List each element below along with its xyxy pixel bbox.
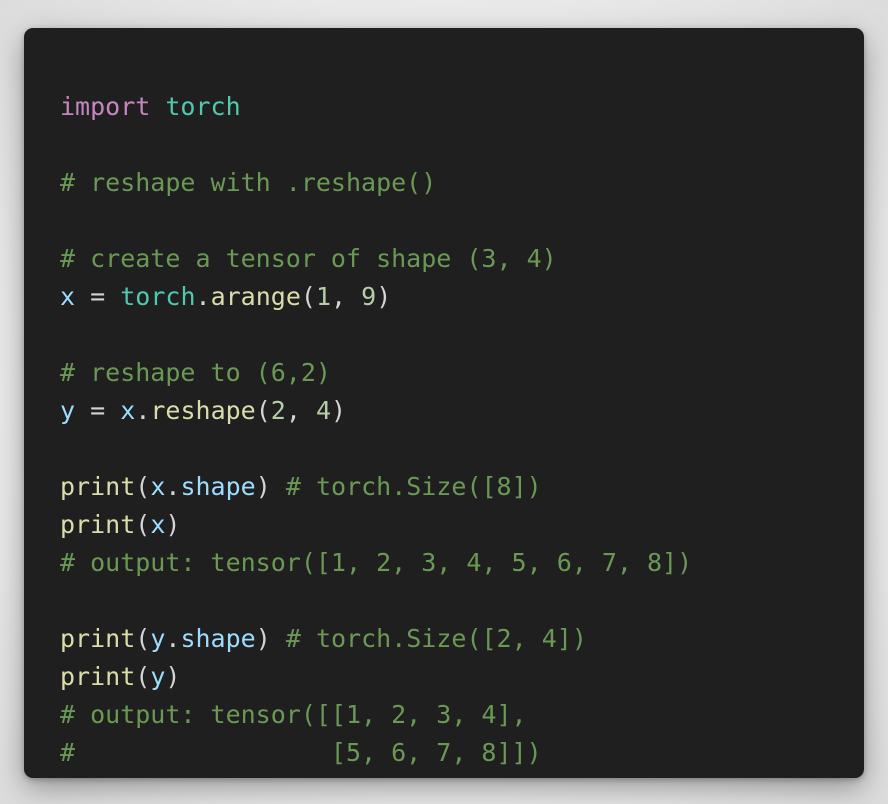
- separator: ,: [331, 282, 362, 311]
- object-name: x: [120, 396, 136, 425]
- code-line-5: # create a tensor of shape (3, 4): [60, 240, 864, 278]
- open-paren: (: [300, 282, 316, 311]
- function-name: print: [60, 510, 136, 539]
- dot: .: [165, 472, 181, 501]
- open-paren: (: [135, 510, 151, 539]
- code-comment: # [5, 6, 7, 8]]): [60, 738, 542, 767]
- code-comment: # torch.Size([2, 4]): [285, 624, 587, 653]
- attribute-name: shape: [180, 472, 256, 501]
- code-line-12: print(x): [60, 506, 864, 544]
- argument: 4: [315, 396, 332, 425]
- close-paren: ): [165, 662, 181, 691]
- object-name: x: [150, 472, 166, 501]
- code-line-8: # reshape to (6,2): [60, 354, 864, 392]
- open-paren: (: [135, 472, 151, 501]
- variable-x: x: [60, 282, 76, 311]
- code-line-16: print(y): [60, 658, 864, 696]
- function-name: print: [60, 624, 136, 653]
- code-line-18: # [5, 6, 7, 8]]): [60, 734, 864, 772]
- close-paren: ): [165, 510, 181, 539]
- object-name: x: [150, 510, 166, 539]
- open-paren: (: [255, 396, 271, 425]
- code-line-11: print(x.shape) # torch.Size([8]): [60, 468, 864, 506]
- close-paren: ): [255, 624, 271, 653]
- code-line-13: # output: tensor([1, 2, 3, 4, 5, 6, 7, 8…: [60, 544, 864, 582]
- attribute-name: shape: [180, 624, 256, 653]
- close-paren: ): [376, 282, 392, 311]
- close-paren: ): [331, 396, 347, 425]
- code-comment: # output: tensor([[1, 2, 3, 4],: [60, 700, 527, 729]
- open-paren: (: [135, 624, 151, 653]
- function-name: print: [60, 662, 136, 691]
- variable-y: y: [60, 396, 76, 425]
- function-name: arange: [210, 282, 301, 311]
- function-name: print: [60, 472, 136, 501]
- object-name: y: [150, 624, 166, 653]
- code-line-15: print(y.shape) # torch.Size([2, 4]): [60, 620, 864, 658]
- open-paren: (: [135, 662, 151, 691]
- dot: .: [165, 624, 181, 653]
- code-comment: # create a tensor of shape (3, 4): [60, 244, 557, 273]
- code-comment: # output: tensor([1, 2, 3, 4, 5, 6, 7, 8…: [60, 548, 693, 577]
- assign-operator: =: [90, 282, 106, 311]
- dot: .: [195, 282, 211, 311]
- code-line-9: y = x.reshape(2, 4): [60, 392, 864, 430]
- module-name: torch: [120, 282, 196, 311]
- code-line-17: # output: tensor([[1, 2, 3, 4],: [60, 696, 864, 734]
- object-name: y: [150, 662, 166, 691]
- code-line-1: import torch: [60, 88, 864, 126]
- module-name: torch: [165, 92, 241, 121]
- code-comment: # reshape with .reshape(): [60, 168, 437, 197]
- close-paren: ): [255, 472, 271, 501]
- separator: ,: [285, 396, 316, 425]
- function-name: reshape: [150, 396, 256, 425]
- code-line-6: x = torch.arange(1, 9): [60, 278, 864, 316]
- code-line-3: # reshape with .reshape(): [60, 164, 864, 202]
- assign-operator: =: [90, 396, 106, 425]
- dot: .: [135, 396, 151, 425]
- code-comment: # torch.Size([8]): [285, 472, 542, 501]
- argument: 9: [361, 282, 377, 311]
- argument: 1: [315, 282, 332, 311]
- code-comment: # reshape to (6,2): [60, 358, 331, 387]
- argument: 2: [270, 396, 286, 425]
- code-snippet-window: import torch # reshape with .reshape() #…: [24, 28, 864, 778]
- import-keyword: import: [60, 92, 151, 121]
